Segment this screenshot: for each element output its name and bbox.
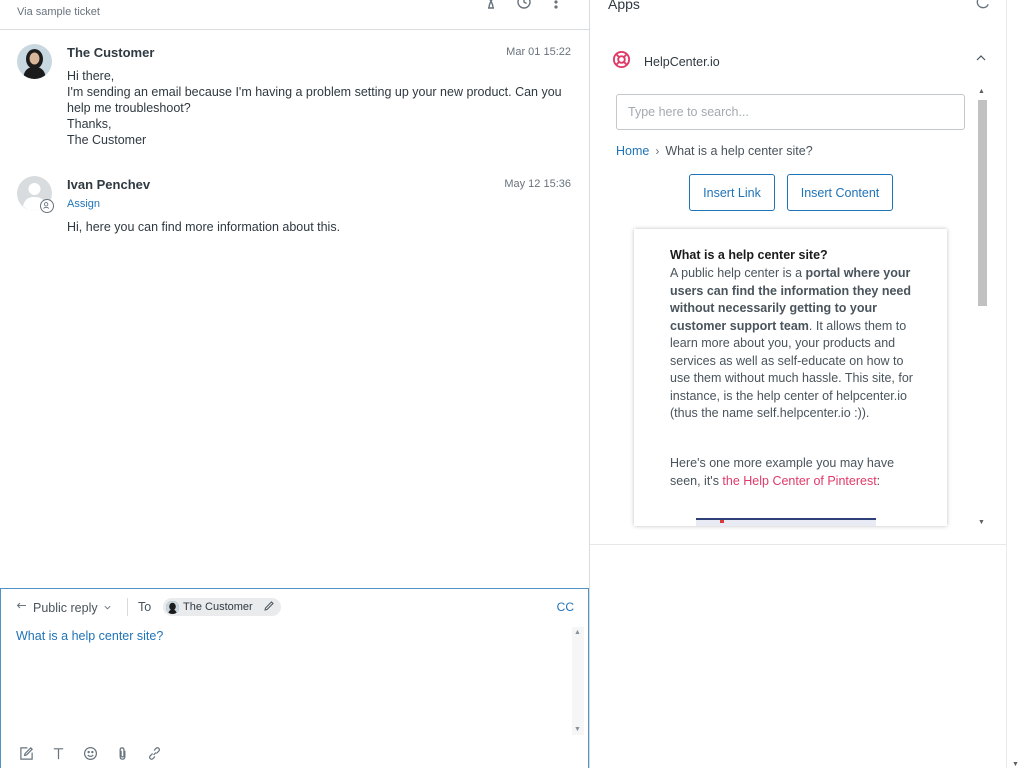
message-line: Hi there, [67, 69, 115, 83]
article-text: : [876, 473, 881, 488]
cc-button[interactable]: CC [557, 600, 574, 614]
pencil-icon[interactable] [263, 600, 275, 615]
avatar [17, 176, 54, 213]
page-scrollbar[interactable]: ▼ [1006, 0, 1024, 768]
reply-type-dropdown[interactable]: Public reply [16, 600, 112, 615]
message-body: Hi there, I'm sending an email because I… [67, 68, 567, 148]
agent-badge-icon [40, 199, 54, 213]
composer-toolbar [17, 744, 163, 762]
apps-pane: Apps HelpCenter.io Type here to search..… [590, 0, 1024, 768]
scroll-down-icon[interactable]: ▼ [978, 519, 985, 526]
insert-link-button[interactable]: Insert Link [689, 174, 775, 211]
scroll-up-icon[interactable]: ▲ [574, 629, 581, 636]
assign-link[interactable]: Assign [67, 198, 100, 210]
scroll-up-icon[interactable]: ▲ [978, 88, 985, 95]
text-format-icon[interactable] [49, 744, 67, 762]
message-line: I'm sending an email because I'm having … [67, 85, 562, 115]
emoji-icon[interactable] [81, 744, 99, 762]
reply-type-label: Public reply [33, 600, 98, 615]
message-agent: Ivan Penchev May 12 15:36 Assign Hi, her… [0, 176, 589, 246]
message-body: Hi, here you can find more information a… [67, 219, 567, 235]
lifebuoy-icon [612, 50, 631, 74]
reply-textarea[interactable]: What is a help center site? [16, 629, 163, 643]
scroll-down-icon[interactable]: ▼ [574, 726, 581, 733]
chevron-right-icon: › [655, 144, 660, 158]
breadcrumb-home-link[interactable]: Home [616, 144, 649, 158]
message-author: Ivan Penchev [67, 177, 151, 192]
article-text: A public help center is a [670, 266, 806, 280]
reply-composer[interactable]: Public reply To The Customer CC What is … [0, 588, 589, 768]
message-line: Hi, here you can find more information a… [67, 220, 341, 234]
app-header: HelpCenter.io [612, 50, 720, 74]
avatar [17, 44, 52, 79]
message-line: Thanks, [67, 117, 112, 131]
attachment-icon[interactable] [113, 744, 131, 762]
reply-arrow-icon [16, 600, 28, 615]
breadcrumb-current: What is a help center site? [665, 144, 813, 158]
ticket-header: Via sample ticket [0, 0, 589, 30]
ticket-channel: Via sample ticket [17, 6, 100, 18]
more-vertical-icon[interactable] [548, 0, 564, 10]
composer-header: Public reply To The Customer CC [1, 589, 588, 623]
divider [127, 598, 128, 616]
scroll-down-icon[interactable]: ▼ [1012, 761, 1019, 768]
message-customer: The Customer Mar 01 15:22 Hi there, I'm … [0, 44, 589, 154]
search-field[interactable] [616, 94, 965, 130]
article-text: . It allows them to learn more about you… [670, 318, 913, 421]
app-window: Via sample ticket The Customer Mar 01 15… [0, 0, 1024, 768]
article-image [696, 518, 876, 526]
chevron-up-icon[interactable] [974, 51, 988, 65]
link-icon[interactable] [145, 744, 163, 762]
refresh-icon[interactable] [975, 0, 991, 10]
article-paragraph: Here's one more example you may have see… [670, 455, 914, 490]
avatar [166, 600, 179, 614]
edit-icon[interactable] [17, 744, 35, 762]
scrollbar-thumb[interactable] [978, 100, 987, 306]
composer-scrollbar[interactable]: ▲ ▼ [572, 627, 584, 735]
article-link[interactable]: the Help Center of Pinterest [722, 474, 876, 488]
message-line: The Customer [67, 133, 147, 147]
chevron-down-icon [103, 601, 112, 615]
to-label: To [138, 600, 152, 614]
article-paragraph: A public help center is a portal where y… [670, 265, 914, 423]
hourglass-icon[interactable] [483, 0, 499, 10]
app-scrollbar[interactable]: ▲ ▼ [976, 88, 988, 526]
insert-content-button[interactable]: Insert Content [787, 174, 893, 211]
message-date: Mar 01 15:22 [506, 46, 571, 58]
conversation-pane: Via sample ticket The Customer Mar 01 15… [0, 0, 590, 768]
apps-title: Apps [608, 0, 640, 12]
message-date: May 12 15:36 [504, 178, 571, 190]
clock-icon[interactable] [516, 0, 532, 10]
search-input[interactable] [617, 95, 964, 129]
message-author: The Customer [67, 45, 155, 60]
article-title: What is a help center site? [670, 248, 828, 262]
article-preview: What is a help center site? A public hel… [634, 229, 947, 526]
recipient-chip[interactable]: The Customer [163, 598, 281, 616]
recipient-name: The Customer [183, 601, 253, 613]
breadcrumb: Home › What is a help center site? [616, 144, 813, 158]
helpcenter-app: HelpCenter.io Home › What is a help cent… [590, 34, 1006, 545]
app-name: HelpCenter.io [644, 55, 720, 69]
